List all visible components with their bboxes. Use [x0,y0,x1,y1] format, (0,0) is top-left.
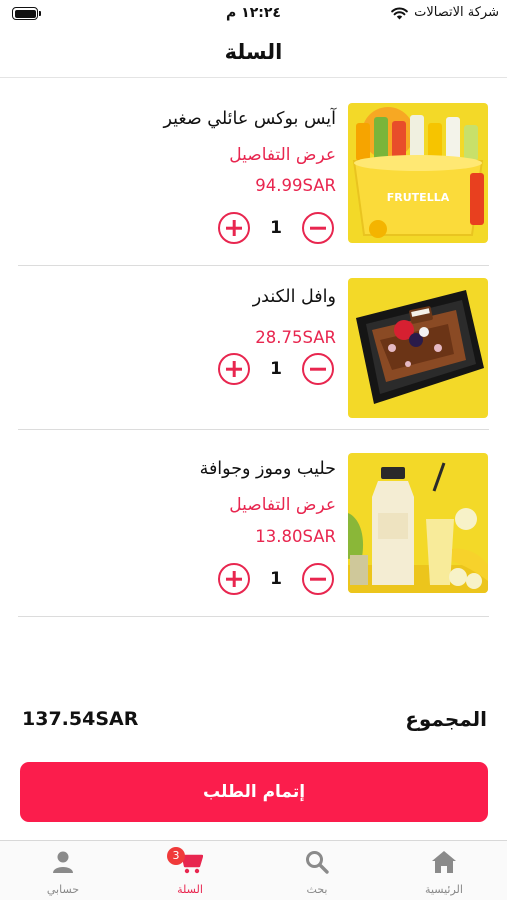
milk-bottle-product-image[interactable] [348,453,488,593]
item-name: حليب وموز وجوافة [199,459,336,479]
tab-account[interactable]: حسابي [0,841,126,900]
home-icon [432,851,456,873]
item-name: وافل الكندر [252,287,336,307]
user-icon [53,851,73,873]
decrease-quantity-button[interactable] [302,563,334,595]
tab-label: بحث [306,883,328,896]
divider [18,429,489,430]
quantity-value: 1 [270,359,282,379]
item-price: 28.75SAR [255,328,336,347]
wifi-icon [391,6,408,19]
total-label: المجموع [405,707,487,731]
increase-quantity-button[interactable] [218,353,250,385]
carrier: شركة الاتصالات [391,5,499,20]
search-icon [306,851,329,874]
view-details-link[interactable]: عرض التفاصيل [229,495,336,515]
view-details-link[interactable]: عرض التفاصيل [229,145,336,165]
item-name: آيس بوكس عائلي صغير [163,109,336,129]
tab-search[interactable]: بحث [254,841,380,900]
increase-quantity-button[interactable] [218,563,250,595]
tab-home[interactable]: الرئيسية [381,841,507,900]
tab-cart[interactable]: 3 السلة [127,841,253,900]
tab-label: حسابي [46,883,80,896]
item-price: 13.80SAR [255,527,336,546]
tab-label: السلة [177,883,203,896]
quantity-value: 1 [270,569,282,589]
header: السلة [0,28,507,78]
tab-bar: حسابي 3 السلة بحث الرئيسية [0,840,507,900]
waffle-product-image[interactable] [348,278,488,418]
decrease-quantity-button[interactable] [302,212,334,244]
cart-count-badge: 3 [167,847,185,865]
ice-box-product-image[interactable]: FRUTELLA [348,103,488,243]
status-bar: ١٢:٢٤ م شركة الاتصالات [0,0,507,28]
page-title: السلة [224,40,283,64]
tab-label: الرئيسية [425,883,463,896]
divider [18,265,489,266]
total-value: 137.54SAR [22,708,139,730]
item-price: 94.99SAR [255,176,336,195]
increase-quantity-button[interactable] [218,212,250,244]
checkout-button[interactable]: إتمام الطلب [20,762,488,822]
quantity-value: 1 [270,218,282,238]
decrease-quantity-button[interactable] [302,353,334,385]
divider [18,616,489,617]
frutella-brand-text: FRUTELLA [387,191,450,204]
carrier-name: شركة الاتصالات [414,5,499,20]
